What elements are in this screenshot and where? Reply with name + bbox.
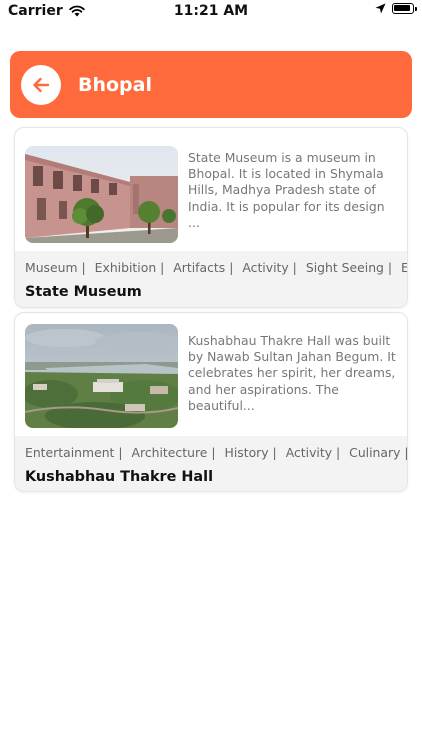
- kushabhau-thakre-hall-description: Kushabhau Thakre Hall was built by Nawab…: [188, 333, 396, 413]
- tag-museum[interactable]: Museum |: [25, 260, 86, 275]
- battery-icon: [392, 3, 417, 14]
- back-button[interactable]: [21, 64, 61, 105]
- status-bar: Carrier 11:21 AM: [0, 0, 422, 24]
- status-time: 11:21 AM: [173, 3, 249, 19]
- location-arrow-icon: [375, 3, 386, 14]
- arrow-left-icon: [33, 77, 50, 92]
- tag-artifacts[interactable]: Artifacts |: [173, 260, 233, 275]
- status-right-icons: [375, 3, 417, 14]
- tag-culinary[interactable]: Culinary |: [349, 445, 407, 460]
- tag-activity[interactable]: Activity |: [242, 260, 296, 275]
- page-title: Bhopal: [78, 73, 152, 96]
- kushabhau-thakre-hall-image: [25, 324, 178, 428]
- tag-exhibition[interactable]: Exhibition |: [95, 260, 165, 275]
- header-bar: Bhopal: [10, 51, 412, 118]
- tag-activity[interactable]: Activity |: [286, 445, 340, 460]
- tag-entertainment[interactable]: Entertainment |: [25, 445, 123, 460]
- place-card-state-museum[interactable]: State Museum is a museum in Bhopal. It i…: [14, 127, 408, 308]
- state-museum-description: State Museum is a museum in Bhopal. It i…: [188, 150, 385, 230]
- state-museum-image: [25, 146, 178, 243]
- tag-architecture[interactable]: Architecture |: [132, 445, 216, 460]
- place-card-kushabhau-thakre-hall[interactable]: Kushabhau Thakre Hall was built by Nawab…: [14, 312, 408, 492]
- state-museum-title: State Museum: [25, 284, 142, 300]
- tag-truncated[interactable]: En: [401, 260, 407, 275]
- kushabhau-thakre-hall-title: Kushabhau Thakre Hall: [25, 469, 214, 485]
- tag-history[interactable]: History |: [225, 445, 277, 460]
- kushabhau-thakre-hall-tags: Entertainment | Architecture | History | Ac…: [25, 445, 407, 460]
- state-museum-tags: Museum | Exhibition | Artifacts | Activity …: [25, 260, 407, 275]
- tag-sight-seeing[interactable]: Sight Seeing |: [306, 260, 392, 275]
